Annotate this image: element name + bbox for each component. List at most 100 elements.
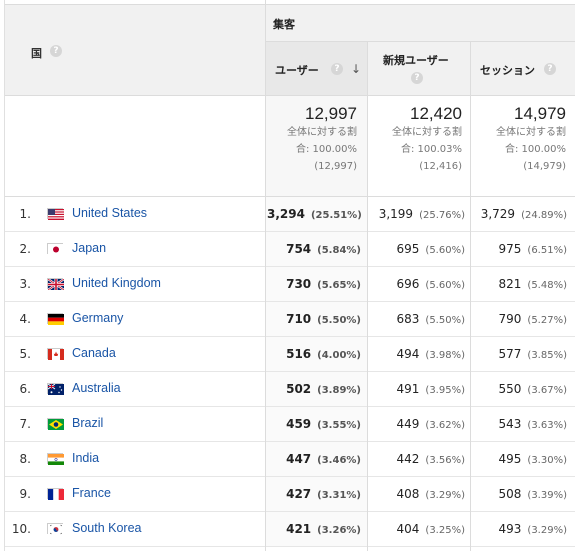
data-rows: 1. United States 3,294 (25.51%) 3,199 (25.76%… — [5, 197, 575, 547]
sessions-total-caption-3: (14,979) — [523, 161, 566, 172]
users-percent: (3.55%) — [317, 420, 361, 431]
sessions-cell: 550 (3.67%) — [472, 382, 567, 396]
users-column-header[interactable]: ユーザー ? ↓ — [265, 42, 367, 96]
users-cell: 459 (3.55%) — [267, 417, 361, 431]
sessions-percent: (5.48%) — [527, 280, 567, 291]
sessions-cell: 508 (3.39%) — [472, 487, 567, 501]
row-index: 7. — [19, 417, 31, 431]
table-row: 10. South Korea 421 (3.26%) 404 (3.25%) 493 (3.… — [5, 512, 575, 547]
help-icon[interactable]: ? — [331, 63, 343, 75]
country-link[interactable]: Australia — [72, 381, 121, 395]
help-icon[interactable]: ? — [50, 45, 62, 57]
country-link[interactable]: South Korea — [72, 521, 142, 535]
country-link[interactable]: Germany — [72, 311, 123, 325]
new-users-cell: 683 (5.50%) — [369, 312, 465, 326]
new-users-cell: 408 (3.29%) — [369, 487, 465, 501]
country-link[interactable]: Japan — [72, 241, 106, 255]
row-index: 3. — [19, 277, 31, 291]
country-header-label: 国 — [31, 47, 42, 60]
sessions-cell: 495 (3.30%) — [472, 452, 567, 466]
new-users-percent: (3.29%) — [425, 490, 465, 501]
new-users-percent: (3.62%) — [425, 420, 465, 431]
row-index: 10. — [11, 522, 31, 536]
fr-flag-icon — [47, 488, 64, 500]
new-users-total-caption-1: 全体に対する割 — [392, 127, 462, 138]
row-index: 9. — [19, 487, 31, 501]
new-users-percent: (5.60%) — [425, 280, 465, 291]
new-users-value: 3,199 — [378, 207, 414, 221]
help-icon[interactable]: ? — [544, 63, 556, 75]
new-users-column-header[interactable]: 新規ユーザー ? — [367, 42, 470, 96]
sessions-value: 3,729 — [480, 207, 516, 221]
users-percent: (5.65%) — [317, 280, 361, 291]
sessions-value: 550 — [498, 382, 522, 396]
users-total: 12,997 全体に対する割 合: 100.00% (12,997) — [267, 104, 357, 175]
country-link[interactable]: Brazil — [72, 416, 103, 430]
users-value: 3,294 — [267, 207, 305, 221]
sessions-total-caption-2: 合: 100.00% — [504, 144, 566, 155]
users-header-label: ユーザー — [275, 64, 319, 77]
users-value: 447 — [286, 452, 312, 466]
new-users-percent: (25.76%) — [419, 210, 465, 221]
country-link[interactable]: United Kingdom — [72, 276, 161, 290]
users-value: 710 — [286, 312, 312, 326]
row-index: 1. — [19, 207, 31, 221]
new-users-cell: 491 (3.95%) — [369, 382, 465, 396]
new-users-header-label: 新規ユーザー — [383, 54, 449, 67]
users-value: 754 — [286, 242, 312, 256]
table-row: 9. France 427 (3.31%) 408 (3.29%) 508 (3.39%) — [5, 477, 575, 512]
sessions-total: 14,979 全体に対する割 合: 100.00% (14,979) — [473, 104, 566, 175]
sort-descending-icon[interactable]: ↓ — [351, 62, 361, 76]
new-users-cell: 494 (3.98%) — [369, 347, 465, 361]
sessions-value: 493 — [498, 522, 522, 536]
sessions-value: 821 — [498, 277, 522, 291]
new-users-total-caption-2: 合: 100.03% — [400, 144, 462, 155]
au-flag-icon — [47, 383, 64, 395]
table-row: 2. Japan 754 (5.84%) 695 (5.60%) 975 (6.51%) — [5, 232, 575, 267]
country-link[interactable]: Canada — [72, 346, 116, 360]
users-value: 502 — [286, 382, 312, 396]
users-cell: 754 (5.84%) — [267, 242, 361, 256]
country-link[interactable]: United States — [72, 206, 147, 220]
column-divider — [367, 42, 368, 551]
users-cell: 427 (3.31%) — [267, 487, 361, 501]
sessions-percent: (3.67%) — [527, 385, 567, 396]
sessions-cell: 790 (5.27%) — [472, 312, 567, 326]
sessions-column-header[interactable]: セッション ? — [470, 42, 575, 96]
row-index: 5. — [19, 347, 31, 361]
sessions-percent: (5.27%) — [527, 315, 567, 326]
users-percent: (3.89%) — [317, 385, 361, 396]
new-users-percent: (3.98%) — [425, 350, 465, 361]
sessions-cell: 821 (5.48%) — [472, 277, 567, 291]
users-cell: 447 (3.46%) — [267, 452, 361, 466]
users-cell: 516 (4.00%) — [267, 347, 361, 361]
sessions-percent: (3.30%) — [527, 455, 567, 466]
help-icon[interactable]: ? — [411, 72, 423, 84]
sessions-total-value: 14,979 — [514, 104, 566, 123]
row-index: 8. — [19, 452, 31, 466]
country-column-header[interactable]: 国 ? — [5, 4, 265, 96]
acquisition-group-label: 集客 — [273, 18, 295, 31]
users-percent: (5.84%) — [317, 245, 361, 256]
users-total-caption-2: 合: 100.00% — [295, 144, 357, 155]
users-percent: (3.31%) — [317, 490, 361, 501]
sessions-header-label: セッション — [480, 64, 535, 77]
new-users-percent: (3.56%) — [425, 455, 465, 466]
users-value: 421 — [286, 522, 312, 536]
new-users-value: 696 — [396, 277, 420, 291]
row-index: 4. — [19, 312, 31, 326]
row-index: 2. — [19, 242, 31, 256]
table-row: 3. United Kingdom 730 (5.65%) 696 (5.60%) 821 (… — [5, 267, 575, 302]
users-value: 730 — [286, 277, 312, 291]
table-row: 4. Germany 710 (5.50%) 683 (5.50%) 790 (5.27%) — [5, 302, 575, 337]
country-link[interactable]: India — [72, 451, 99, 465]
users-cell: 710 (5.50%) — [267, 312, 361, 326]
new-users-value: 442 — [396, 452, 420, 466]
users-value: 516 — [286, 347, 312, 361]
users-total-caption-3: (12,997) — [314, 161, 357, 172]
table-row: 1. United States 3,294 (25.51%) 3,199 (25.76%… — [5, 197, 575, 232]
table-row: 7. Brazil 459 (3.55%) 449 (3.62%) 543 (3.63%) — [5, 407, 575, 442]
country-link[interactable]: France — [72, 486, 111, 500]
sessions-cell: 975 (6.51%) — [472, 242, 567, 256]
us-flag-icon — [47, 208, 64, 220]
